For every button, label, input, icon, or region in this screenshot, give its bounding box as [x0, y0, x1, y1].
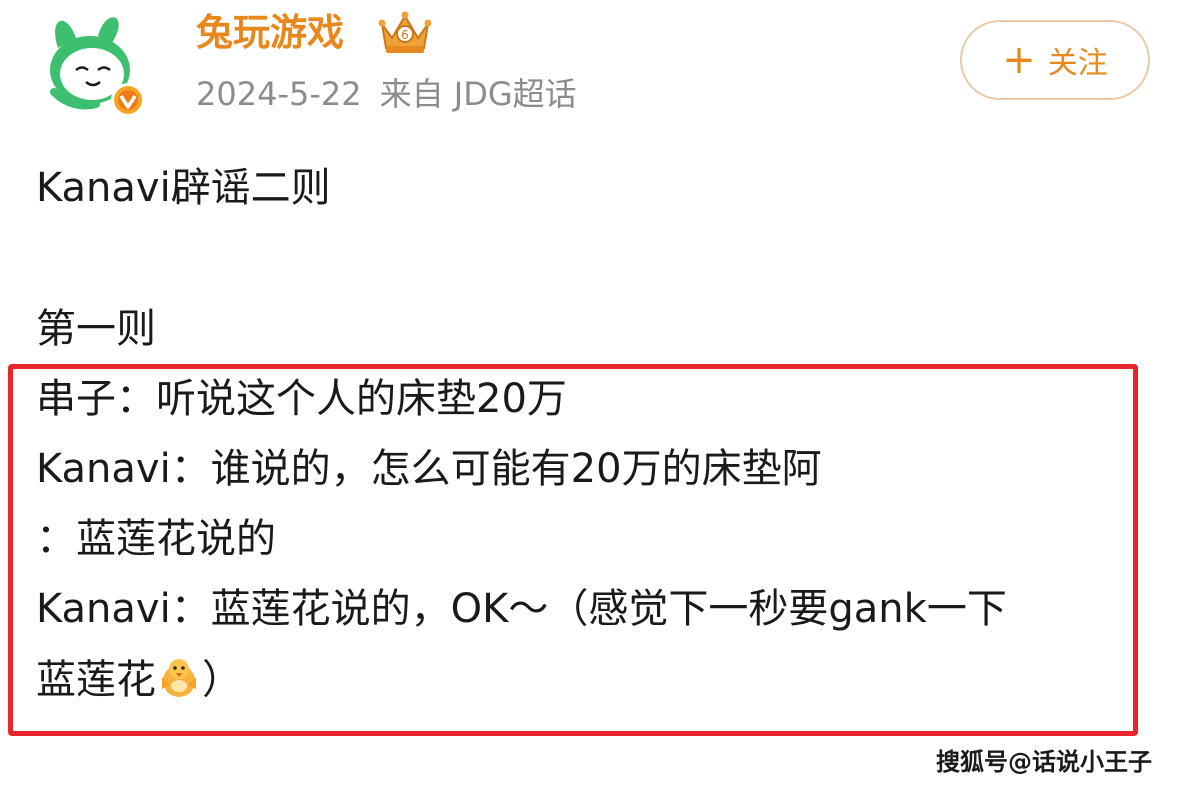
- crown-icon: 6: [376, 8, 434, 56]
- username[interactable]: 兔玩游戏: [196, 10, 344, 56]
- rabbit-avatar-icon: [38, 10, 146, 118]
- post-part-heading: 第一则: [36, 306, 156, 352]
- watermark: 搜狐号@话说小王子: [936, 748, 1152, 776]
- post-source[interactable]: 来自 JDG超话: [380, 75, 577, 113]
- verified-v-badge-icon: [111, 83, 145, 117]
- follow-button[interactable]: + 关注: [960, 20, 1150, 100]
- post-date: 2024-5-22: [196, 75, 362, 113]
- highlight-box: [8, 364, 1138, 736]
- follow-label: 关注: [1047, 46, 1108, 81]
- svg-text:6: 6: [401, 28, 409, 42]
- plus-icon: +: [1002, 37, 1036, 83]
- post-meta: 2024-5-22 来自 JDG超话: [196, 72, 595, 116]
- avatar[interactable]: [36, 8, 148, 120]
- post-title: Kanavi辟谣二则: [36, 165, 331, 211]
